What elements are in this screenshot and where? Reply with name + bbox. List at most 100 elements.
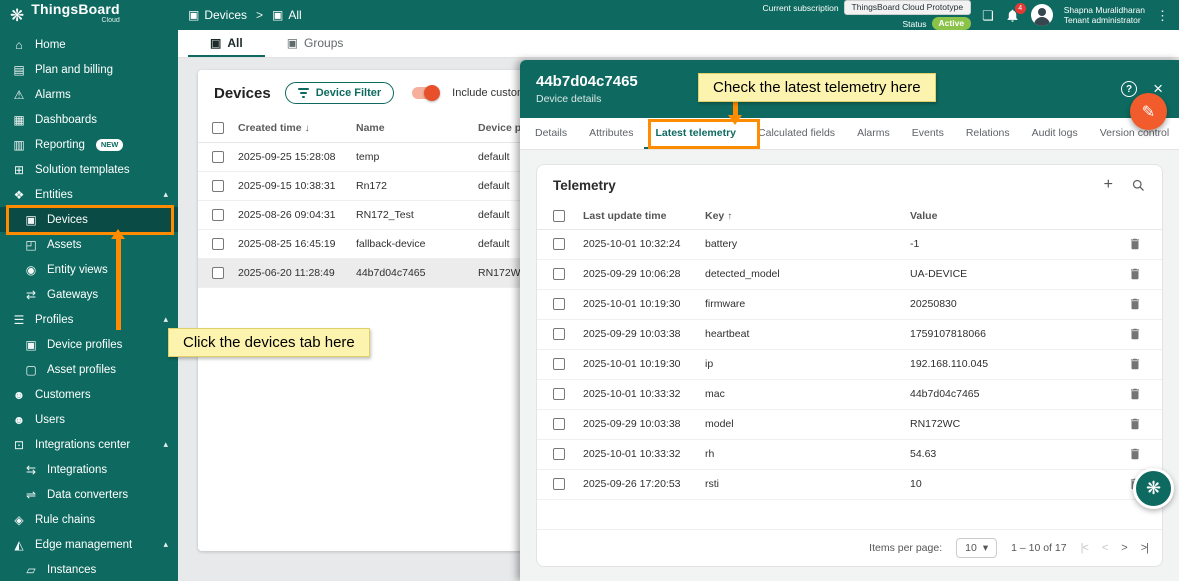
row-checkbox[interactable]	[553, 388, 565, 400]
select-all-checkbox[interactable]	[553, 210, 565, 222]
telemetry-row[interactable]: 2025-10-01 10:19:30 firmware 20250830	[537, 289, 1162, 319]
delete-icon[interactable]	[1128, 327, 1142, 341]
delete-icon[interactable]	[1128, 267, 1142, 281]
thingsboard-assistant-button[interactable]: ❋	[1133, 468, 1174, 509]
last-page-icon[interactable]: >|	[1141, 542, 1148, 554]
column-created-time[interactable]: Created time↓	[232, 114, 350, 142]
sidebar-item[interactable]: ❖ Entities ▴	[0, 182, 178, 207]
sidebar-item[interactable]: ▣ Devices	[0, 207, 178, 232]
sidebar-item[interactable]: ☻ Customers	[0, 382, 178, 407]
sidebar-item[interactable]: ⊡ Integrations center ▴	[0, 432, 178, 457]
sort-down-icon: ↓	[305, 123, 310, 134]
telemetry-row[interactable]: 2025-09-29 10:03:38 model RN172WC	[537, 409, 1162, 439]
add-telemetry-icon[interactable]: +	[1104, 176, 1113, 194]
row-checkbox[interactable]	[553, 268, 565, 280]
row-checkbox[interactable]	[212, 267, 224, 279]
delete-icon[interactable]	[1128, 447, 1142, 461]
device-created-time: 2025-09-15 10:38:31	[232, 171, 350, 200]
row-checkbox[interactable]	[553, 418, 565, 430]
row-checkbox[interactable]	[212, 180, 224, 192]
column-key[interactable]: Key↑	[699, 203, 904, 229]
sidebar-item[interactable]: ▥ Reporting NEW	[0, 132, 178, 157]
telemetry-row[interactable]: 2025-09-29 10:03:38 heartbeat 1759107818…	[537, 319, 1162, 349]
search-icon[interactable]	[1131, 178, 1146, 193]
column-name[interactable]: Name	[350, 114, 472, 142]
sidebar-item[interactable]: ⚠ Alarms	[0, 82, 178, 107]
sidebar-item[interactable]: ◉ Entity views	[0, 257, 178, 282]
sidebar-item-label: Integrations center	[35, 439, 130, 451]
edit-fab-button[interactable]: ✎	[1130, 93, 1167, 130]
panel-tab[interactable]: Events	[901, 118, 955, 149]
row-checkbox[interactable]	[553, 358, 565, 370]
row-checkbox[interactable]	[212, 238, 224, 250]
notifications-bell-icon[interactable]: 4	[1005, 8, 1020, 23]
device-filter-button[interactable]: Device Filter	[285, 82, 394, 104]
delete-icon[interactable]	[1128, 387, 1142, 401]
row-checkbox[interactable]	[553, 448, 565, 460]
first-page-icon[interactable]: |<	[1081, 542, 1088, 554]
row-checkbox[interactable]	[553, 298, 565, 310]
panel-tab[interactable]: Attributes	[578, 118, 644, 149]
breadcrumb-all-label: All	[288, 8, 301, 22]
row-checkbox[interactable]	[212, 209, 224, 221]
sidebar-item[interactable]: ◰ Assets	[0, 232, 178, 257]
chevron-up-icon: ▴	[163, 439, 168, 450]
tab-groups[interactable]: ▣ Groups	[265, 30, 366, 57]
breadcrumb-devices[interactable]: ▣ Devices	[188, 8, 247, 22]
prev-page-icon[interactable]: <	[1102, 542, 1107, 554]
avatar[interactable]	[1031, 4, 1053, 26]
sidebar-item[interactable]: ⇌ Data converters	[0, 482, 178, 507]
instances-icon: ▱	[24, 563, 38, 577]
kebab-menu-icon[interactable]: ⋮	[1156, 9, 1169, 22]
sidebar-item[interactable]: ▣ Device profiles	[0, 332, 178, 357]
sidebar-item[interactable]: ⇄ Gateways	[0, 282, 178, 307]
column-last-update-time[interactable]: Last update time	[577, 203, 699, 229]
sidebar-item[interactable]: ⌂ Home	[0, 32, 178, 57]
panel-tab[interactable]: Calculated fields	[747, 118, 846, 149]
sidebar-item[interactable]: ▱ Instances	[0, 557, 178, 581]
panel-tab[interactable]: Details	[524, 118, 578, 149]
user-block[interactable]: Shapna Muralidharan Tenant administrator	[1064, 5, 1145, 25]
column-value[interactable]: Value	[904, 203, 1122, 229]
delete-icon[interactable]	[1128, 357, 1142, 371]
subscription-badge[interactable]: ThingsBoard Cloud Prototype	[844, 0, 972, 15]
sidebar-item[interactable]: ◭ Edge management ▴	[0, 532, 178, 557]
delete-icon[interactable]	[1128, 237, 1142, 251]
panel-tab[interactable]: Audit logs	[1021, 118, 1089, 149]
tab-all[interactable]: ▣ All	[188, 30, 265, 57]
sidebar-item[interactable]: ▤ Plan and billing	[0, 57, 178, 82]
panel-tab[interactable]: Relations	[955, 118, 1021, 149]
sidebar-item-label: Customers	[35, 389, 91, 401]
row-checkbox[interactable]	[553, 478, 565, 490]
help-icon[interactable]: ?	[1121, 81, 1137, 97]
row-checkbox[interactable]	[553, 238, 565, 250]
delete-icon[interactable]	[1128, 417, 1142, 431]
telemetry-time: 2025-09-29 10:06:28	[577, 259, 699, 289]
sidebar-item[interactable]: ☰ Profiles ▴	[0, 307, 178, 332]
select-all-checkbox[interactable]	[212, 122, 224, 134]
telemetry-row[interactable]: 2025-10-01 10:33:32 rh 54.63	[537, 439, 1162, 469]
telemetry-row[interactable]: 2025-10-01 10:19:30 ip 192.168.110.045	[537, 349, 1162, 379]
delete-icon[interactable]	[1128, 297, 1142, 311]
sidebar-item[interactable]: ▢ Asset profiles	[0, 357, 178, 382]
row-checkbox[interactable]	[553, 328, 565, 340]
sidebar-item[interactable]: ☻ Users	[0, 407, 178, 432]
sidebar-item-label: Entity views	[47, 264, 108, 276]
include-customer-entities-toggle[interactable]	[412, 87, 438, 99]
fullscreen-icon[interactable]: ❏	[982, 9, 994, 22]
next-page-icon[interactable]: >	[1121, 542, 1126, 554]
thingsboard-logo[interactable]: ❋ ThingsBoard Cloud	[0, 4, 178, 26]
sidebar-item[interactable]: ◈ Rule chains	[0, 507, 178, 532]
panel-tab[interactable]: Alarms	[846, 118, 901, 149]
breadcrumb-all[interactable]: ▣ All	[272, 8, 302, 22]
telemetry-row[interactable]: 2025-09-26 17:20:53 rsti 10	[537, 469, 1162, 499]
telemetry-row[interactable]: 2025-10-01 10:32:24 battery -1	[537, 229, 1162, 259]
telemetry-row[interactable]: 2025-10-01 10:33:32 mac 44b7d04c7465	[537, 379, 1162, 409]
sidebar-item[interactable]: ⇆ Integrations	[0, 457, 178, 482]
sidebar-item[interactable]: ⊞ Solution templates	[0, 157, 178, 182]
items-per-page-label: Items per page:	[869, 542, 942, 554]
telemetry-row[interactable]: 2025-09-29 10:06:28 detected_model UA-DE…	[537, 259, 1162, 289]
row-checkbox[interactable]	[212, 151, 224, 163]
items-per-page-select[interactable]: 10 ▾	[956, 538, 997, 558]
sidebar-item[interactable]: ▦ Dashboards	[0, 107, 178, 132]
